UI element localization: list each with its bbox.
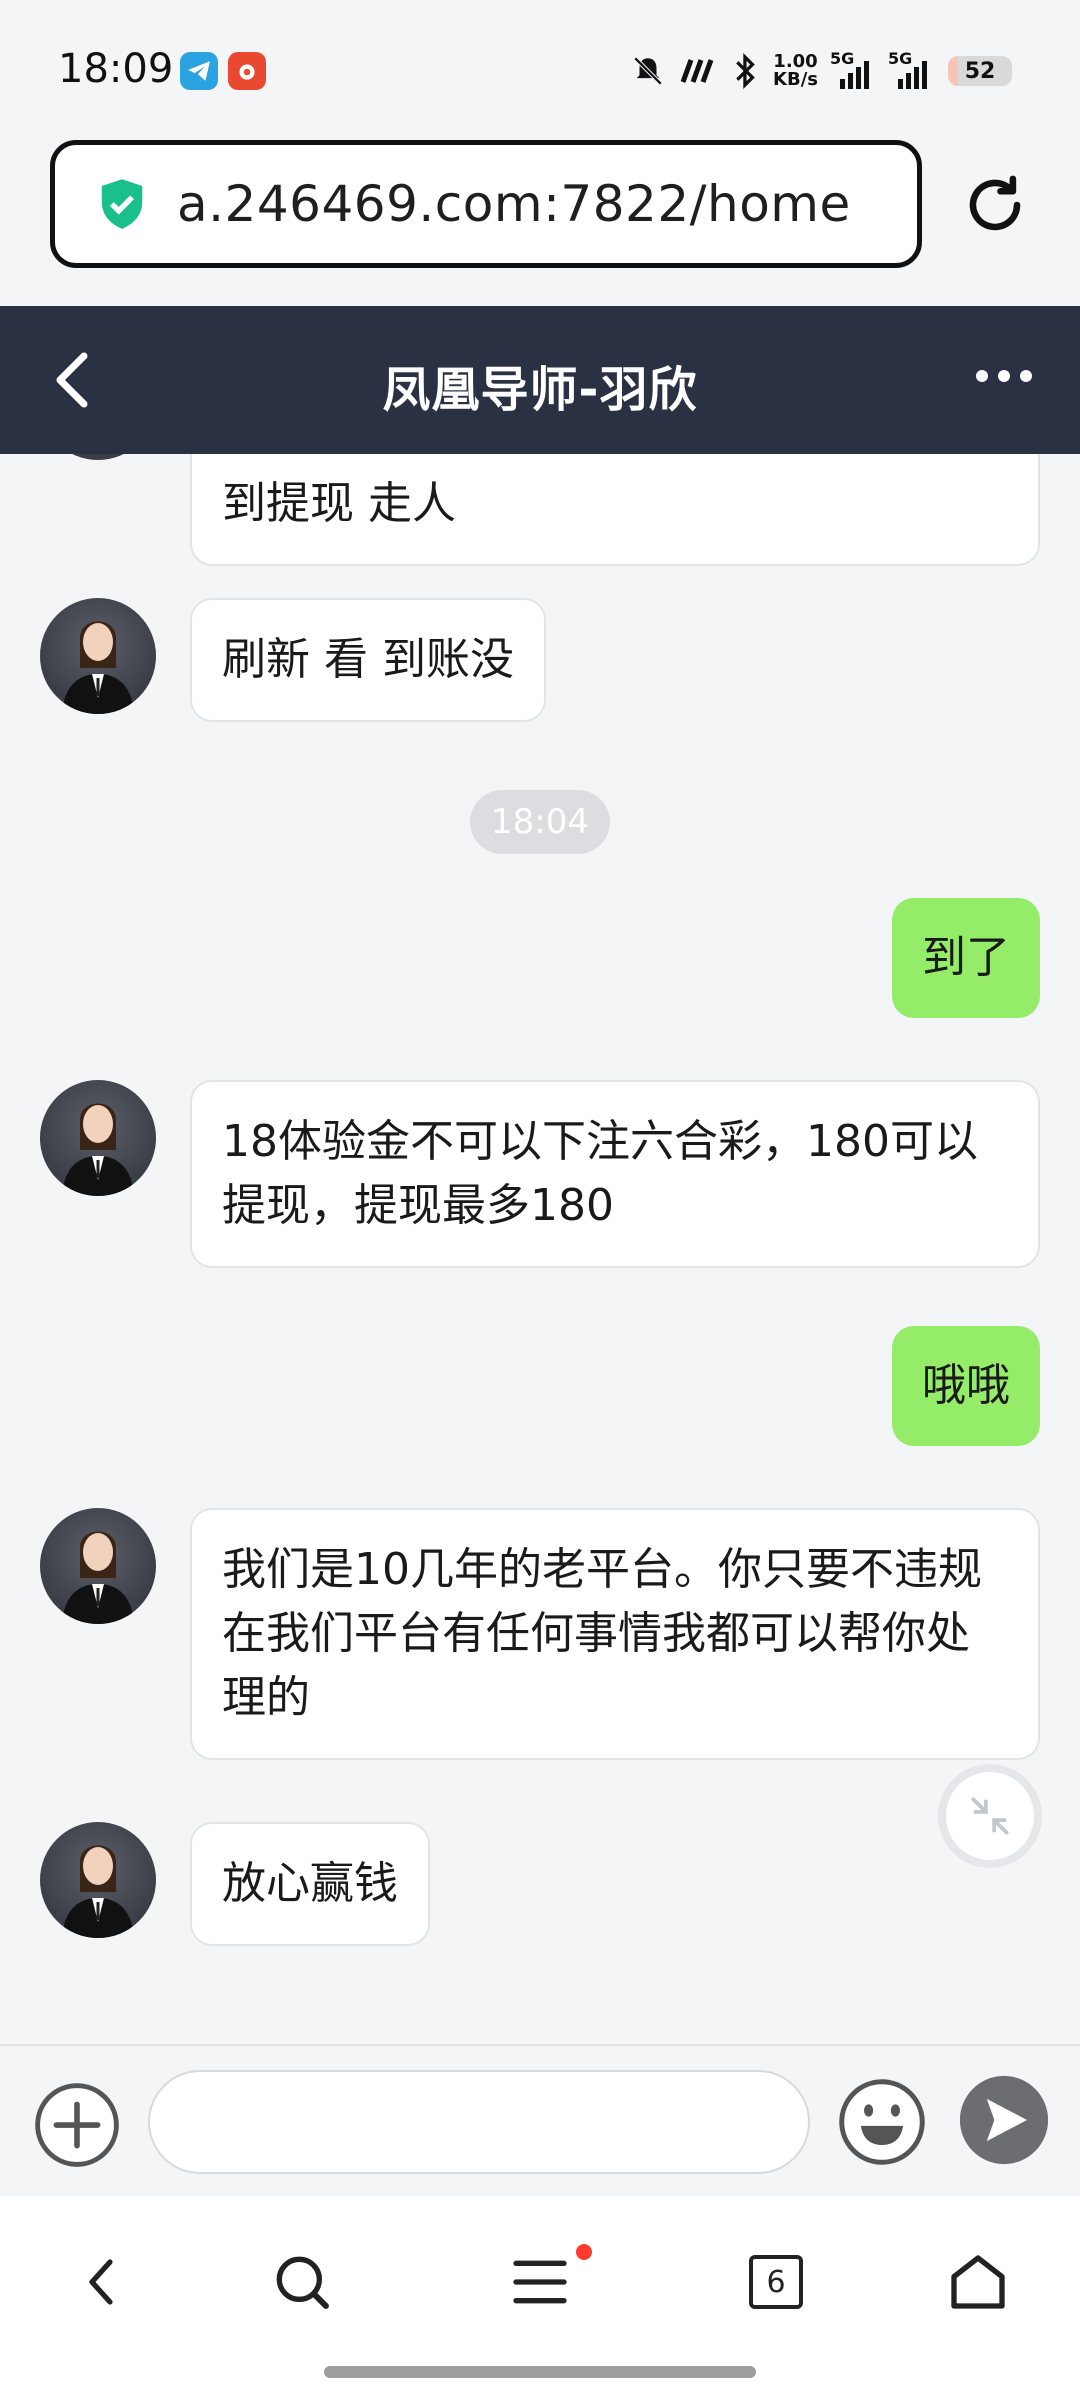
status-icons: 1.00 KB/s 5G 5G 52: [631, 48, 1012, 94]
emoji-icon[interactable]: [836, 2076, 928, 2168]
message-bubble-incoming[interactable]: 刷新 看 到账没: [190, 598, 546, 722]
bluetooth-icon: [736, 52, 755, 90]
message-bubble-incoming[interactable]: 18体验金不可以下注六合彩，180可以提现，提现最多180: [190, 1080, 1040, 1268]
message-bubble-incoming[interactable]: 放心赢钱: [190, 1822, 430, 1946]
home-icon: [951, 2255, 1005, 2309]
nav-search-button[interactable]: [262, 2242, 342, 2322]
chat-input-bar: [0, 2044, 1080, 2194]
avatar[interactable]: [40, 1508, 156, 1624]
collapse-arrows-icon: [971, 1797, 1009, 1835]
avatar[interactable]: [40, 454, 156, 460]
avatar[interactable]: [40, 598, 156, 714]
sim1-label: 5G: [830, 49, 855, 68]
notification-dot: [576, 2244, 592, 2260]
telegram-icon: [180, 52, 218, 90]
more-options-icon[interactable]: [976, 370, 1032, 382]
avatar-portrait: [62, 621, 134, 714]
message-bubble-incoming[interactable]: 我们是10几年的老平台。你只要不违规在我们平台有任何事情我都可以帮你处理的: [190, 1508, 1040, 1760]
network-speed-unit: KB/s: [773, 69, 818, 90]
nfc-icon: [680, 59, 714, 83]
signal-sim2-icon: 5G: [888, 49, 934, 89]
avatar-portrait: [62, 1845, 134, 1938]
battery-icon: 52: [948, 56, 1012, 86]
security-shield-icon: [101, 179, 143, 229]
nav-menu-button[interactable]: [500, 2242, 592, 2322]
message-timestamp: 18:04: [470, 790, 610, 854]
send-icon[interactable]: [958, 2074, 1050, 2166]
app-notification-icon: [228, 52, 266, 90]
mute-bell-icon: [633, 56, 663, 86]
status-bar: 18:09 1.00 KB/s 5G 5G 52: [0, 0, 1080, 132]
message-bubble-incoming[interactable]: 到提现 走人: [190, 454, 1040, 566]
avatar-portrait: [62, 1103, 134, 1196]
url-bar[interactable]: a.246469.com:7822/home: [50, 140, 922, 268]
chat-title: 凤凰导师-羽欣: [382, 362, 698, 418]
message-list[interactable]: 到提现 走人 刷新 看 到账没 18:04 到了 18体验金不可以下注六合彩，1…: [0, 454, 1080, 2044]
message-bubble-outgoing[interactable]: 到了: [892, 898, 1040, 1018]
nav-tabs-button[interactable]: 6: [736, 2242, 816, 2322]
home-indicator[interactable]: [324, 2366, 756, 2378]
menu-icon: [513, 2260, 567, 2304]
status-time: 18:09: [58, 46, 174, 92]
search-icon: [276, 2256, 329, 2309]
network-speed: 1.00 KB/s: [773, 53, 818, 89]
avatar[interactable]: [40, 1822, 156, 1938]
avatar[interactable]: [40, 1080, 156, 1196]
signal-sim1-icon: 5G: [830, 49, 876, 89]
nav-back-button[interactable]: [62, 2242, 142, 2322]
tabs-count-icon: 6: [749, 2255, 803, 2309]
url-text[interactable]: a.246469.com:7822/home: [177, 175, 851, 233]
sim2-label: 5G: [888, 49, 913, 68]
reload-icon[interactable]: [962, 172, 1028, 238]
message-bubble-outgoing[interactable]: 哦哦: [892, 1326, 1040, 1446]
message-input[interactable]: [148, 2070, 810, 2174]
chat-header: 凤凰导师-羽欣: [0, 306, 1080, 454]
back-icon: [89, 2259, 113, 2305]
collapse-float-button[interactable]: [938, 1764, 1042, 1868]
add-attachment-icon[interactable]: [32, 2080, 122, 2170]
avatar-portrait: [62, 1531, 134, 1624]
nav-home-button[interactable]: [938, 2242, 1018, 2322]
